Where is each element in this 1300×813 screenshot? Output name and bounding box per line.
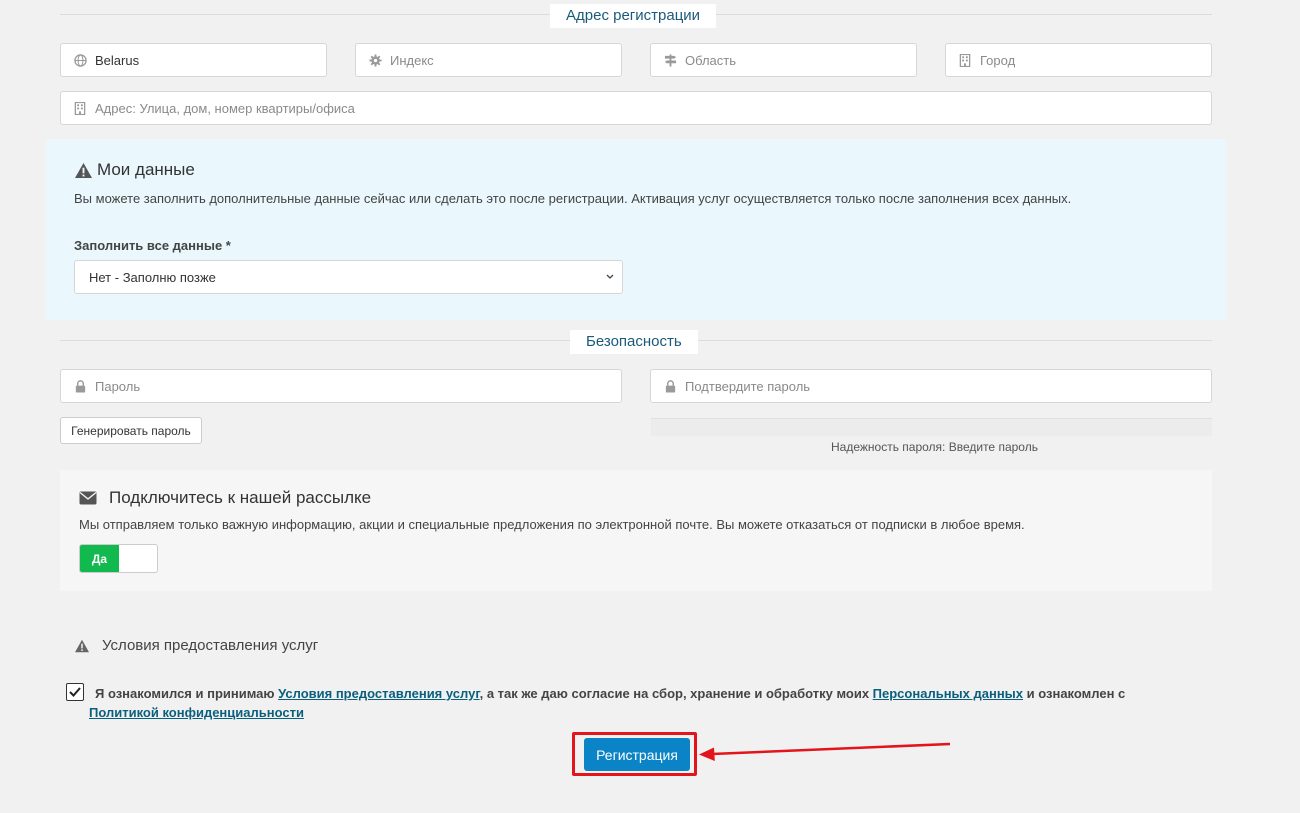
region-input[interactable]: Область <box>650 43 917 77</box>
newsletter-description: Мы отправляем только важную информацию, … <box>79 517 1025 532</box>
country-value: Belarus <box>95 52 140 68</box>
building-icon <box>958 53 972 67</box>
address-section-title: Адрес регистрации <box>550 4 717 28</box>
country-field[interactable]: Belarus <box>60 43 327 77</box>
my-data-title: Мои данные <box>97 160 195 179</box>
lock-icon <box>73 379 87 393</box>
terms-checkbox[interactable] <box>66 683 84 701</box>
newsletter-title: Подключитесь к нашей рассылке <box>109 488 372 507</box>
terms-text-part2: , а так же даю согласие на сбор, хранени… <box>479 686 873 701</box>
terms-text-part1: Я ознакомился и принимаю <box>95 686 279 701</box>
my-data-description: Вы можете заполнить дополнительные данны… <box>74 191 1072 206</box>
terms-heading: Условия предоставления услуг <box>74 637 318 654</box>
globe-icon <box>73 53 87 67</box>
lock-icon <box>663 379 677 393</box>
city-placeholder: Город <box>980 52 1016 68</box>
address-placeholder: Адрес: Улица, дом, номер квартиры/офиса <box>95 100 355 116</box>
checkmark-icon <box>69 687 81 697</box>
confirm-password-input[interactable]: Подтвердите пароль <box>650 369 1212 403</box>
password-placeholder: Пароль <box>95 378 141 394</box>
generate-password-button[interactable]: Генерировать пароль <box>60 417 202 444</box>
newsletter-toggle[interactable]: Да <box>79 544 158 573</box>
fill-all-data-label: Заполнить все данные * <box>74 238 231 253</box>
postcode-placeholder: Индекс <box>390 52 434 68</box>
terms-of-service-link[interactable]: Условия предоставления услуг <box>278 686 479 701</box>
chevron-down-icon <box>606 274 614 280</box>
newsletter-heading: Подключитесь к нашей рассылке <box>79 488 371 508</box>
signpost-icon <box>663 53 677 67</box>
password-strength-text: Надежность пароля: Введите пароль <box>831 440 1038 454</box>
postcode-input[interactable]: Индекс <box>355 43 622 77</box>
my-data-heading: Мои данные <box>74 160 195 180</box>
region-placeholder: Область <box>685 52 737 68</box>
privacy-policy-link[interactable]: Политикой конфиденциальности <box>89 705 304 720</box>
fill-all-data-value: Нет - Заполню позже <box>89 269 216 285</box>
warning-icon <box>74 639 90 653</box>
building-icon <box>73 101 87 115</box>
gear-icon <box>368 53 382 67</box>
terms-agreement-text: Я ознакомился и принимаю Условия предост… <box>89 684 1189 722</box>
confirm-password-placeholder: Подтвердите пароль <box>685 378 811 394</box>
address-input[interactable]: Адрес: Улица, дом, номер квартиры/офиса <box>60 91 1212 125</box>
annotation-arrow-icon <box>699 742 951 761</box>
register-button[interactable]: Регистрация <box>584 738 690 771</box>
newsletter-toggle-on-label: Да <box>80 545 119 572</box>
security-section-title: Безопасность <box>570 330 698 354</box>
personal-data-link[interactable]: Персональных данных <box>873 686 1023 701</box>
password-strength-bar <box>651 418 1212 436</box>
password-input[interactable]: Пароль <box>60 369 622 403</box>
city-input[interactable]: Город <box>945 43 1212 77</box>
fill-all-data-select[interactable]: Нет - Заполню позже <box>74 260 623 294</box>
terms-title: Условия предоставления услуг <box>102 637 319 654</box>
terms-text-part3: и ознакомлен с <box>1023 686 1126 701</box>
envelope-icon <box>79 491 97 505</box>
warning-icon <box>74 162 93 179</box>
